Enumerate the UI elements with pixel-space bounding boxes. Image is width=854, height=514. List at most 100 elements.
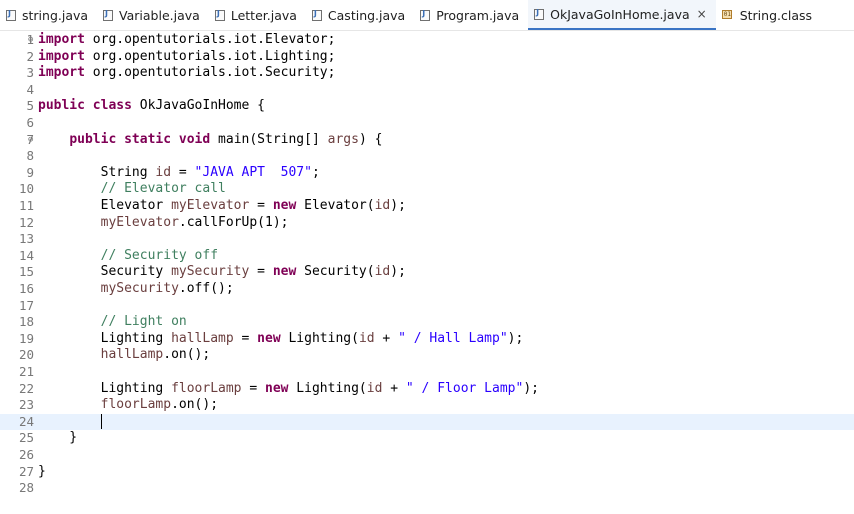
code-token: id <box>374 264 391 280</box>
code-token: " / Floor Lamp" <box>405 380 524 396</box>
code-line[interactable]: 15 Security mySecurity = new Security(id… <box>0 264 854 280</box>
class-file-icon <box>721 9 734 21</box>
fold-toggle-icon[interactable]: ⊖ <box>28 132 33 148</box>
editor-tab-bar: string.java Variable.java Letter.java Casti… <box>0 0 854 31</box>
code-text: mySecurity.off(); <box>38 281 234 297</box>
code-line[interactable]: 18 // Light on <box>0 314 854 330</box>
text-cursor <box>100 413 102 429</box>
code-line[interactable]: 4 <box>0 82 854 98</box>
code-token: public <box>38 98 85 114</box>
code-token: void <box>178 131 211 147</box>
editor-tab[interactable]: Letter.java <box>209 0 306 30</box>
code-line[interactable]: 27} <box>0 464 854 480</box>
line-number: 17 <box>18 297 34 313</box>
code-text: Elevator myElevator = new Elevator(id); <box>38 198 406 214</box>
code-line[interactable]: 19 Lighting hallLamp = new Lighting(id +… <box>0 331 854 347</box>
code-text: myElevator.callForUp(1); <box>38 215 289 231</box>
fold-toggle-icon[interactable]: ⊖ <box>28 32 33 48</box>
code-token: } <box>38 463 46 479</box>
code-line[interactable]: 21 <box>0 364 854 380</box>
line-number: 5 <box>26 98 34 114</box>
code-token: org.opentutorials.iot.Lighting; <box>84 48 336 64</box>
code-token: new <box>272 198 297 213</box>
code-token: new <box>257 330 281 346</box>
code-line[interactable]: 5 public class OkJavaGoInHome { <box>0 98 854 114</box>
editor-tab[interactable]: Casting.java <box>306 0 414 30</box>
code-line[interactable]: 11 Elevator myElevator = new Elevator(id… <box>0 198 854 214</box>
code-token: Security <box>38 264 172 280</box>
code-token: class <box>92 98 132 114</box>
code-token: // Elevator call <box>100 181 226 197</box>
editor-tab[interactable]: Program.java <box>414 0 528 30</box>
code-text: String id = "JAVA APT 507"; <box>38 165 320 181</box>
line-number: 8 <box>26 148 34 164</box>
code-token: Lighting( <box>280 330 359 346</box>
code-token: new <box>265 380 289 396</box>
code-token: id <box>155 164 172 180</box>
code-line[interactable]: 12 myElevator.callForUp(1); <box>0 215 854 231</box>
code-token: ); <box>507 330 524 346</box>
line-number: 2 <box>26 48 34 64</box>
code-token: id <box>358 330 375 346</box>
code-line[interactable]: 8 <box>0 148 854 164</box>
line-number: 3 <box>26 65 34 81</box>
code-text: Lighting floorLamp = new Lighting(id + "… <box>38 381 539 397</box>
code-line[interactable]: 9 String id = "JAVA APT 507"; <box>0 165 854 181</box>
code-token: .on(); <box>171 397 219 413</box>
line-number: 22 <box>18 380 34 396</box>
line-number: 11 <box>18 198 34 213</box>
close-tab-icon[interactable]: × <box>697 7 707 21</box>
code-line[interactable]: 7 ⊖ public static void main(String[] args… <box>0 132 854 148</box>
editor-tab[interactable]: string.java <box>0 0 97 30</box>
line-number: 12 <box>18 214 34 230</box>
line-number: 20 <box>18 347 34 363</box>
code-line[interactable]: 13 <box>0 231 854 247</box>
code-line[interactable]: 20 hallLamp.on(); <box>0 347 854 363</box>
code-line[interactable]: 16 mySecurity.off(); <box>0 281 854 297</box>
code-token: Lighting <box>38 330 172 346</box>
code-editor[interactable]: 1 ⊖ import org.opentutorials.iot.Elevator;… <box>0 31 854 514</box>
code-line[interactable]: 22 Lighting floorLamp = new Lighting(id … <box>0 381 854 397</box>
code-token: Elevator <box>38 198 172 213</box>
line-number: 18 <box>18 314 34 330</box>
editor-tab[interactable]: OkJavaGoInHome.java × <box>528 0 716 30</box>
code-token: = <box>249 198 273 213</box>
code-token: ); <box>390 264 406 280</box>
code-token: = <box>241 380 265 396</box>
code-text: Lighting hallLamp = new Lighting(id + " … <box>38 330 524 347</box>
java-file-icon <box>214 9 225 21</box>
code-token: import <box>38 65 85 81</box>
line-number: 28 <box>18 480 34 496</box>
code-line[interactable]: 2 import org.opentutorials.iot.Lighting; <box>0 49 854 65</box>
code-line[interactable]: 17 <box>0 298 854 314</box>
code-token: new <box>272 264 297 280</box>
code-line[interactable]: 25 } <box>0 430 854 446</box>
code-line[interactable]: 24 <box>0 413 854 430</box>
code-line[interactable]: 10 // Elevator call <box>0 181 854 197</box>
code-token: myElevator <box>171 198 250 213</box>
editor-tab[interactable]: String.class <box>716 0 821 30</box>
code-token: floorLamp <box>100 397 172 413</box>
code-line[interactable]: 6 <box>0 115 854 131</box>
code-line[interactable]: 3 import org.opentutorials.iot.Security; <box>0 65 854 81</box>
code-line[interactable]: 26 <box>0 447 854 463</box>
code-line[interactable]: 28 <box>0 480 854 496</box>
code-token: import <box>38 48 85 64</box>
code-line[interactable]: 23 floorLamp.on(); <box>0 397 854 413</box>
line-number: 16 <box>18 281 34 296</box>
code-line[interactable]: 1 ⊖ import org.opentutorials.iot.Elevator; <box>0 32 854 48</box>
line-number: 9 <box>26 164 34 180</box>
code-token: + <box>382 380 406 396</box>
code-token: = <box>171 164 195 180</box>
line-number: 21 <box>18 364 34 379</box>
code-line[interactable]: 14 // Security off <box>0 248 854 264</box>
code-token: ; <box>311 164 320 180</box>
editor-tab[interactable]: Variable.java <box>97 0 209 30</box>
